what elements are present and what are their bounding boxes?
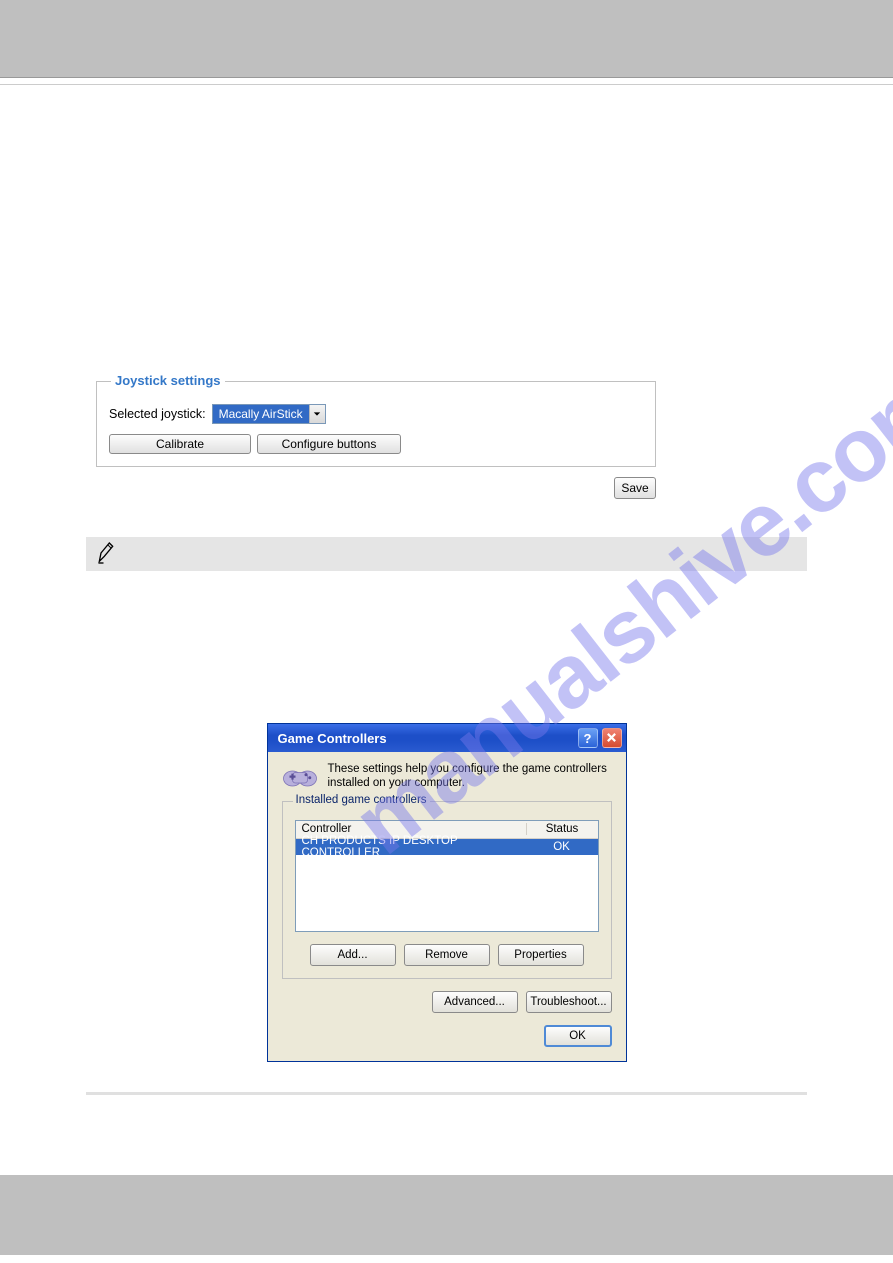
page: manualshive.com Joystick settings Select… xyxy=(0,0,893,1255)
column-status[interactable]: Status xyxy=(526,823,598,835)
troubleshoot-button[interactable]: Troubleshoot... xyxy=(526,991,612,1013)
joystick-settings-group: Joystick settings Selected joystick: Mac… xyxy=(96,381,656,467)
selected-joystick-dropdown[interactable]: Macally AirStick xyxy=(212,404,326,424)
note-bar xyxy=(86,537,807,571)
ok-button[interactable]: OK xyxy=(544,1025,612,1047)
controller-name-cell: CH PRODUCTS IP DESKTOP CONTROLLER xyxy=(296,835,526,859)
installed-controllers-legend: Installed game controllers xyxy=(293,794,430,806)
dialog-title-text: Game Controllers xyxy=(278,731,387,746)
add-button[interactable]: Add... xyxy=(310,944,396,966)
controller-list[interactable]: Controller Status CH PRODUCTS IP DESKTOP… xyxy=(295,820,599,932)
dialog-title-bar[interactable]: Game Controllers ? xyxy=(268,724,626,752)
remove-button[interactable]: Remove xyxy=(404,944,490,966)
bottom-footer-bar xyxy=(0,1175,893,1255)
chevron-down-icon[interactable] xyxy=(309,405,325,423)
close-icon xyxy=(606,731,617,746)
controller-status-cell: OK xyxy=(526,841,598,853)
installed-controllers-group: Installed game controllers Controller St… xyxy=(282,801,612,979)
pencil-icon xyxy=(96,541,116,568)
calibrate-button[interactable]: Calibrate xyxy=(109,434,251,454)
selected-joystick-label: Selected joystick: xyxy=(109,407,206,421)
dialog-description: These settings help you configure the ga… xyxy=(328,762,612,791)
dialog-close-button[interactable] xyxy=(602,728,622,748)
content-area: Joystick settings Selected joystick: Mac… xyxy=(0,85,893,1062)
column-controller[interactable]: Controller xyxy=(296,823,526,835)
gamepad-icon xyxy=(282,762,318,790)
advanced-button[interactable]: Advanced... xyxy=(432,991,518,1013)
properties-button[interactable]: Properties xyxy=(498,944,584,966)
joystick-settings-legend: Joystick settings xyxy=(111,373,225,388)
controller-row[interactable]: CH PRODUCTS IP DESKTOP CONTROLLER OK xyxy=(296,839,598,855)
help-icon: ? xyxy=(584,731,592,746)
selected-joystick-value: Macally AirStick xyxy=(213,405,309,423)
dialog-help-button[interactable]: ? xyxy=(578,728,598,748)
save-button[interactable]: Save xyxy=(614,477,656,499)
game-controllers-dialog: Game Controllers ? xyxy=(267,723,627,1062)
top-header-bar xyxy=(0,0,893,78)
configure-buttons-button[interactable]: Configure buttons xyxy=(257,434,401,454)
